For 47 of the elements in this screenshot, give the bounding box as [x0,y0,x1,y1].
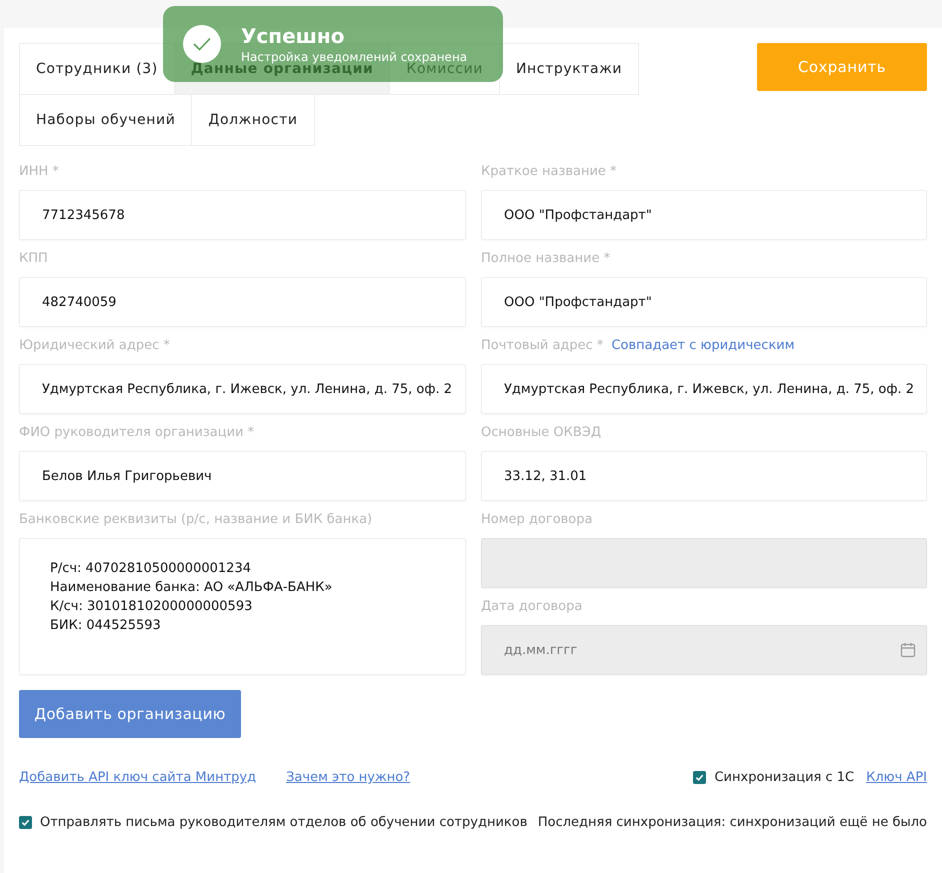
checkbox[interactable] [693,771,706,784]
field-value: Р/сч: 40702810500000001234 Наименование банка: АО «АЛЬФА-БАНК» К/сч: 30101810200000000593 БИК: 044525593 [50,560,332,635]
input-field[interactable]: Удмуртская Республика, г. Ижевск, ул. Ленина, д. 75, оф. 2 [19,364,466,414]
tab[interactable]: Должности [191,94,315,146]
last-sync-text: Последняя синхронизация: синхронизаций ещё не было [538,815,927,830]
tab[interactable]: Инструктажи [498,43,640,95]
toast-message: Настройка уведомлений сохранена [241,50,468,64]
input-field[interactable]: 7712345678 [19,190,466,240]
field-value: 33.12, 31.01 [504,468,587,486]
help-link[interactable]: Зачем это нужно? [286,770,410,785]
field-value: Удмуртская Республика, г. Ижевск, ул. Ленина, д. 75, оф. 2 [42,380,452,398]
input-field[interactable]: ООО "Профстандарт" [481,190,927,240]
input-field[interactable]: Белов Илья Григорьевич [19,451,466,501]
field-value: ООО "Профстандарт" [504,294,652,312]
input-field[interactable]: ООО "Профстандарт" [481,277,927,327]
field-label: Банковские реквизиты (р/с, название и БИК банка) [19,512,372,527]
field-label: Номер договора [481,512,592,527]
field-label: ФИО руководителя организации * [19,425,254,440]
input-field[interactable]: 33.12, 31.01 [481,451,927,501]
tab[interactable]: Сотрудники (3) [19,43,175,95]
add-organization-button[interactable]: Добавить организацию [19,690,241,738]
same-address-link[interactable]: Совпадает с юридическим [611,338,795,353]
field-value: ООО "Профстандарт" [504,206,652,224]
toast-title: Успешно [241,24,346,48]
tab[interactable]: Наборы обучений [19,94,192,146]
field-label: КПП [19,251,48,266]
checkbox-label: Синхронизация с 1С [714,770,854,785]
help-link[interactable]: Добавить API ключ сайта Минтруд [19,770,256,785]
field-value: 7712345678 [42,206,125,224]
field-value: 482740059 [42,294,116,312]
input-field[interactable]: 482740059 [19,277,466,327]
field-label: ИНН * [19,164,59,179]
check-icon [183,25,221,63]
field-label: Краткое название * [481,164,617,179]
field-label: Полное название * [481,251,610,266]
date-placeholder: дд.мм.гггг [504,642,578,660]
textarea-field[interactable]: Р/сч: 40702810500000001234 Наименование банка: АО «АЛЬФА-БАНК» К/сч: 30101810200000000593 БИК: 044525593 [19,538,466,675]
checkbox-label: Отправлять письма руководителям отделов об обучении сотрудников [40,815,528,830]
field-value: Удмуртская Республика, г. Ижевск, ул. Ленина, д. 75, оф. 2 [504,380,914,398]
api-key-link[interactable]: Ключ API [866,770,927,785]
input-field[interactable]: Удмуртская Республика, г. Ижевск, ул. Ленина, д. 75, оф. 2 [481,364,927,414]
field-value: Белов Илья Григорьевич [42,468,212,486]
field-label: Почтовый адрес * [481,338,604,353]
field-label: Юридический адрес * [19,338,170,353]
field-label: Дата договора [481,599,582,614]
checkbox[interactable] [19,816,32,829]
field-label: Основные ОКВЭД [481,425,602,440]
